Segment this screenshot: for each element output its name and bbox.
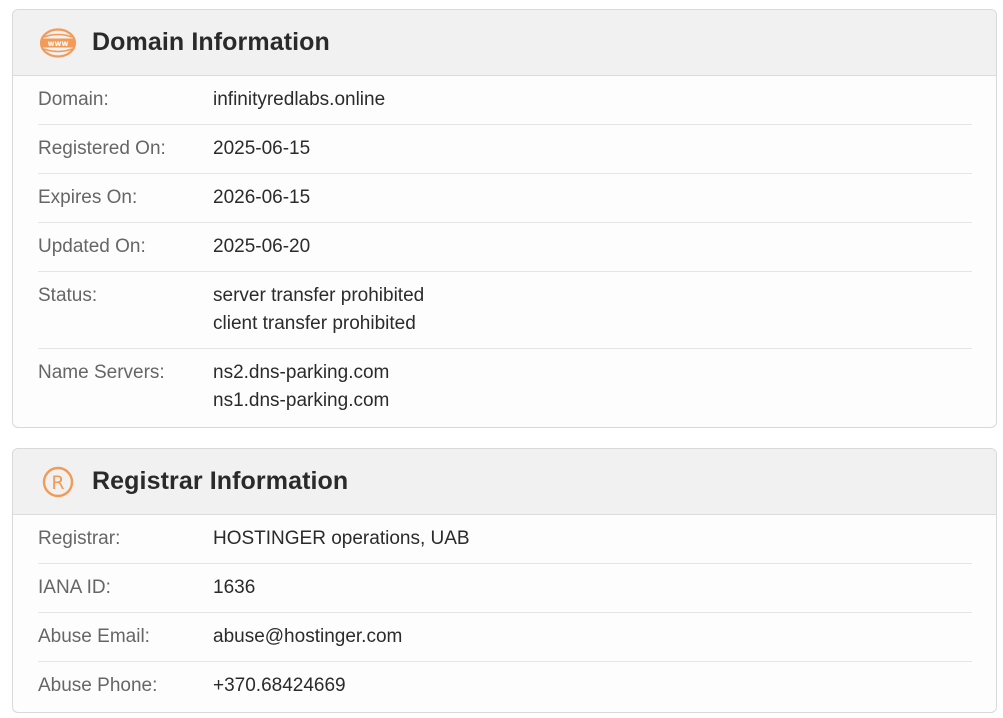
registrar-value: HOSTINGER operations, UAB	[213, 525, 470, 553]
updated-on-value: 2025-06-20	[213, 233, 310, 261]
svg-text:www: www	[48, 39, 69, 48]
abuse-phone-value-line: +370.68424669	[213, 675, 346, 696]
svg-text:R: R	[51, 472, 64, 494]
domain-value-line: infinityredlabs.online	[213, 89, 386, 110]
domain-information-card: www Domain Information Domain: infinityr…	[12, 9, 997, 428]
registrar-label: Registrar:	[38, 528, 121, 549]
domain-row: Domain: infinityredlabs.online	[38, 76, 972, 125]
abuse-email-row: Abuse Email: abuse@hostinger.com	[38, 613, 972, 662]
updated-on-row: Updated On: 2025-06-20	[38, 223, 972, 272]
registered-on-value: 2025-06-15	[213, 135, 310, 163]
registrar-value-line: HOSTINGER operations, UAB	[213, 528, 470, 549]
registered-on-value-line: 2025-06-15	[213, 138, 311, 159]
registrar-row: Registrar: HOSTINGER operations, UAB	[38, 515, 972, 564]
iana-id-value-line: 1636	[213, 577, 256, 598]
abuse-email-value-line: abuse@hostinger.com	[213, 626, 403, 647]
name-server-line: ns2.dns-parking.com	[213, 362, 390, 383]
name-servers-value: ns2.dns-parking.com ns1.dns-parking.com	[213, 359, 389, 415]
updated-on-label: Updated On:	[38, 236, 146, 257]
domain-information-title: Domain Information	[92, 28, 330, 56]
name-servers-label: Name Servers:	[38, 362, 165, 383]
status-value: server transfer prohibited client transf…	[213, 282, 424, 338]
expires-on-label: Expires On:	[38, 187, 138, 208]
updated-on-value-line: 2025-06-20	[213, 236, 311, 257]
name-server-line: ns1.dns-parking.com	[213, 390, 390, 411]
registered-mark-icon: R	[39, 463, 77, 501]
abuse-email-label: Abuse Email:	[38, 626, 150, 647]
status-value-line: server transfer prohibited	[213, 285, 425, 306]
expires-on-value-line: 2026-06-15	[213, 187, 311, 208]
iana-id-value: 1636	[213, 574, 255, 602]
registrar-information-card: R Registrar Information Registrar: HOSTI…	[12, 448, 997, 713]
name-servers-row: Name Servers: ns2.dns-parking.com ns1.dn…	[38, 349, 972, 425]
domain-value: infinityredlabs.online	[213, 86, 385, 114]
iana-id-label: IANA ID:	[38, 577, 111, 598]
registrar-information-header: R Registrar Information	[13, 449, 996, 515]
domain-label: Domain:	[38, 89, 109, 110]
status-label: Status:	[38, 285, 98, 306]
abuse-phone-label: Abuse Phone:	[38, 675, 158, 696]
iana-id-row: IANA ID: 1636	[38, 564, 972, 613]
status-row: Status: server transfer prohibited clien…	[38, 272, 972, 349]
status-value-line: client transfer prohibited	[213, 313, 416, 334]
www-globe-icon: www	[39, 24, 77, 62]
registered-on-label: Registered On:	[38, 138, 166, 159]
registered-on-row: Registered On: 2025-06-15	[38, 125, 972, 174]
abuse-email-value: abuse@hostinger.com	[213, 623, 402, 651]
expires-on-value: 2026-06-15	[213, 184, 310, 212]
abuse-phone-value: +370.68424669	[213, 672, 346, 700]
domain-information-header: www Domain Information	[13, 10, 996, 76]
registrar-information-title: Registrar Information	[92, 467, 349, 495]
expires-on-row: Expires On: 2026-06-15	[38, 174, 972, 223]
abuse-phone-row: Abuse Phone: +370.68424669	[38, 662, 972, 710]
